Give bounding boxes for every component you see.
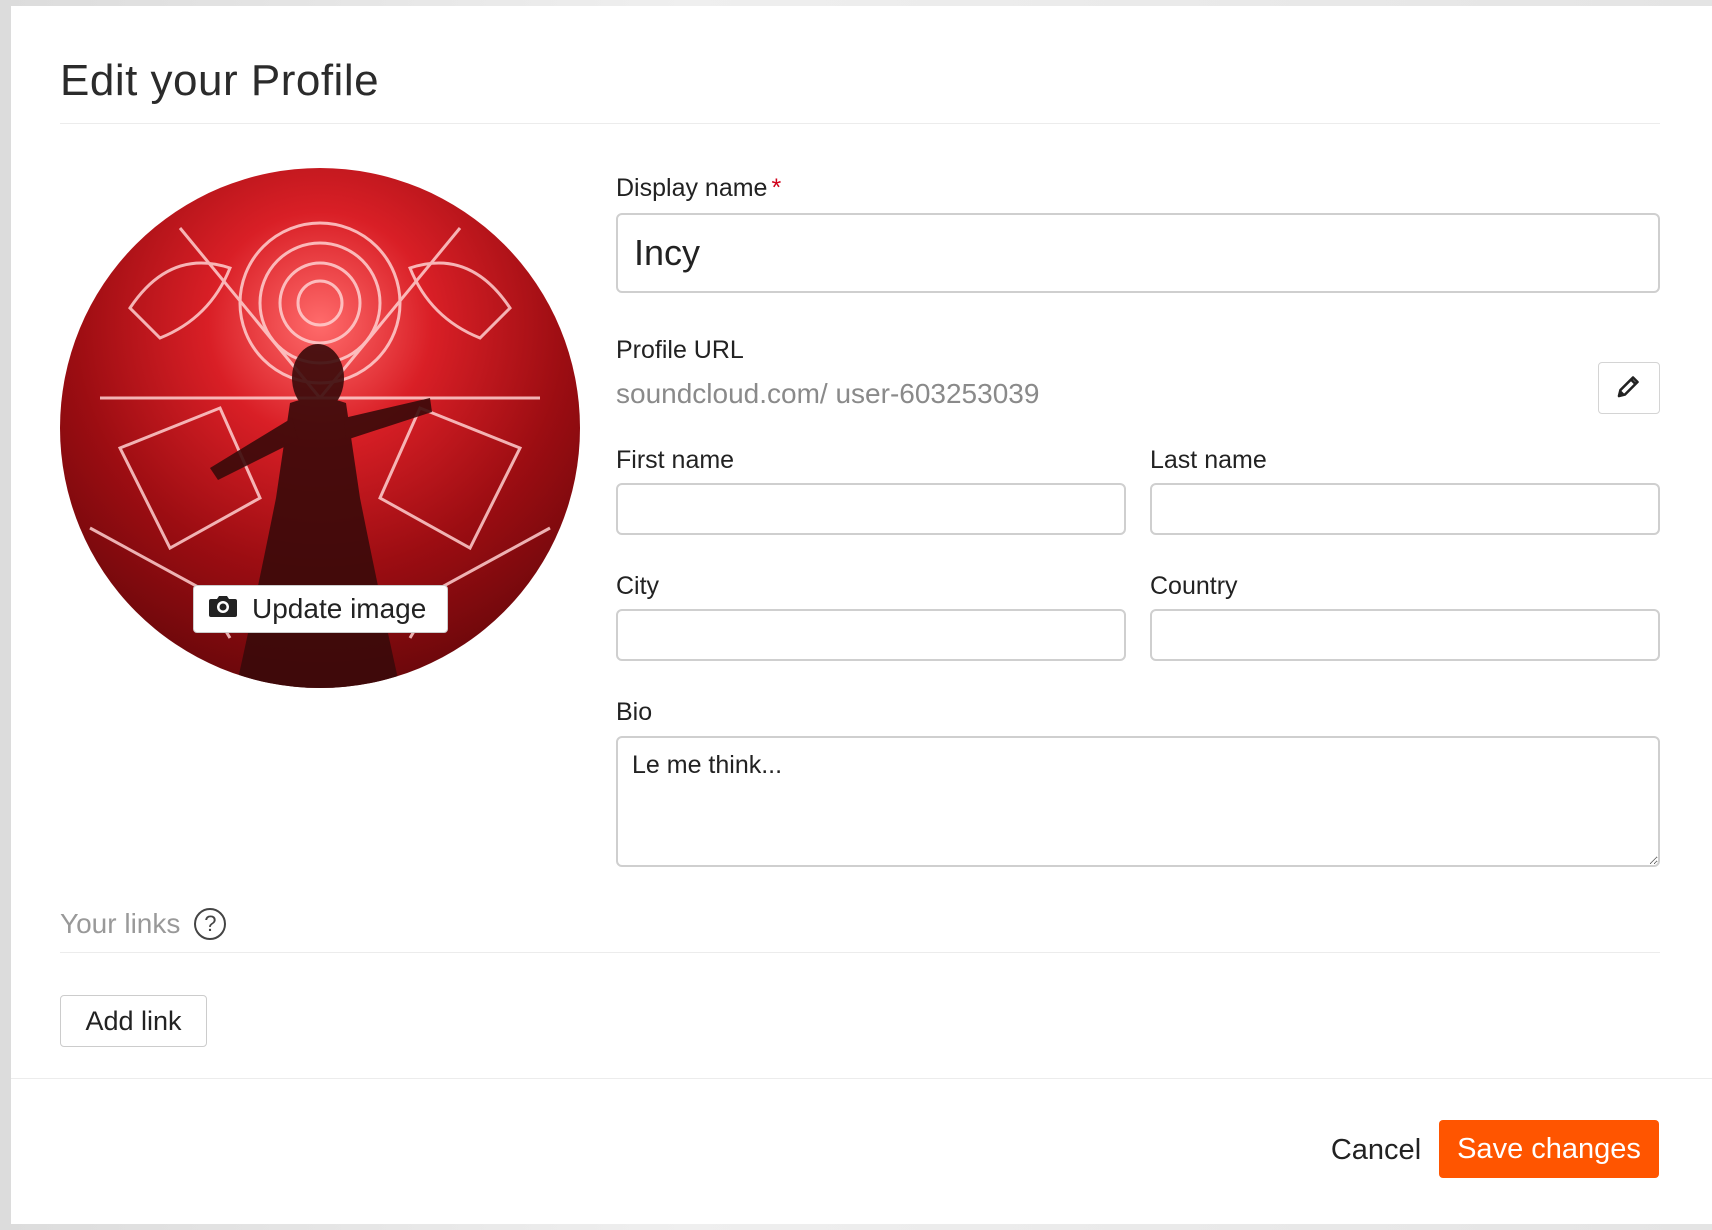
profile-url-prefix: soundcloud.com/ [616, 378, 828, 409]
city-input[interactable] [616, 609, 1126, 661]
add-link-button[interactable]: Add link [60, 995, 207, 1047]
help-icon[interactable]: ? [194, 908, 227, 940]
update-image-label: Update image [252, 593, 427, 624]
footer-divider [11, 1078, 1712, 1079]
display-name-input[interactable] [616, 213, 1660, 293]
profile-url-label: Profile URL [616, 336, 744, 364]
first-name-label: First name [616, 446, 735, 474]
profile-url-text: soundcloud.com/ user-603253039 [616, 378, 1039, 410]
edit-profile-url-button[interactable] [1598, 362, 1660, 414]
last-name-label: Last name [1150, 446, 1267, 474]
update-image-button[interactable]: Update image [193, 585, 448, 633]
pencil-icon [1615, 372, 1643, 405]
save-changes-button[interactable]: Save changes [1439, 1120, 1659, 1178]
header-divider [60, 123, 1660, 124]
links-divider [60, 952, 1660, 953]
your-links-label: Your links [60, 908, 181, 939]
city-label: City [616, 572, 660, 600]
country-input[interactable] [1150, 609, 1660, 661]
camera-icon [208, 593, 238, 625]
country-label: Country [1150, 572, 1238, 600]
bio-label: Bio [616, 698, 653, 726]
display-name-label-text: Display name [616, 174, 768, 202]
dialog-title: Edit your Profile [60, 56, 380, 105]
edit-profile-dialog: Edit your Profile Update image Display n… [11, 6, 1712, 1224]
last-name-input[interactable] [1150, 483, 1660, 535]
display-name-label: Display name * [616, 174, 781, 203]
bio-textarea[interactable]: Le me think... [616, 736, 1660, 867]
profile-url-slug: user-603253039 [835, 378, 1040, 409]
your-links-heading: Your links ? [60, 908, 227, 940]
cancel-button[interactable]: Cancel [1321, 1124, 1431, 1176]
required-marker: * [771, 174, 782, 202]
first-name-input[interactable] [616, 483, 1126, 535]
